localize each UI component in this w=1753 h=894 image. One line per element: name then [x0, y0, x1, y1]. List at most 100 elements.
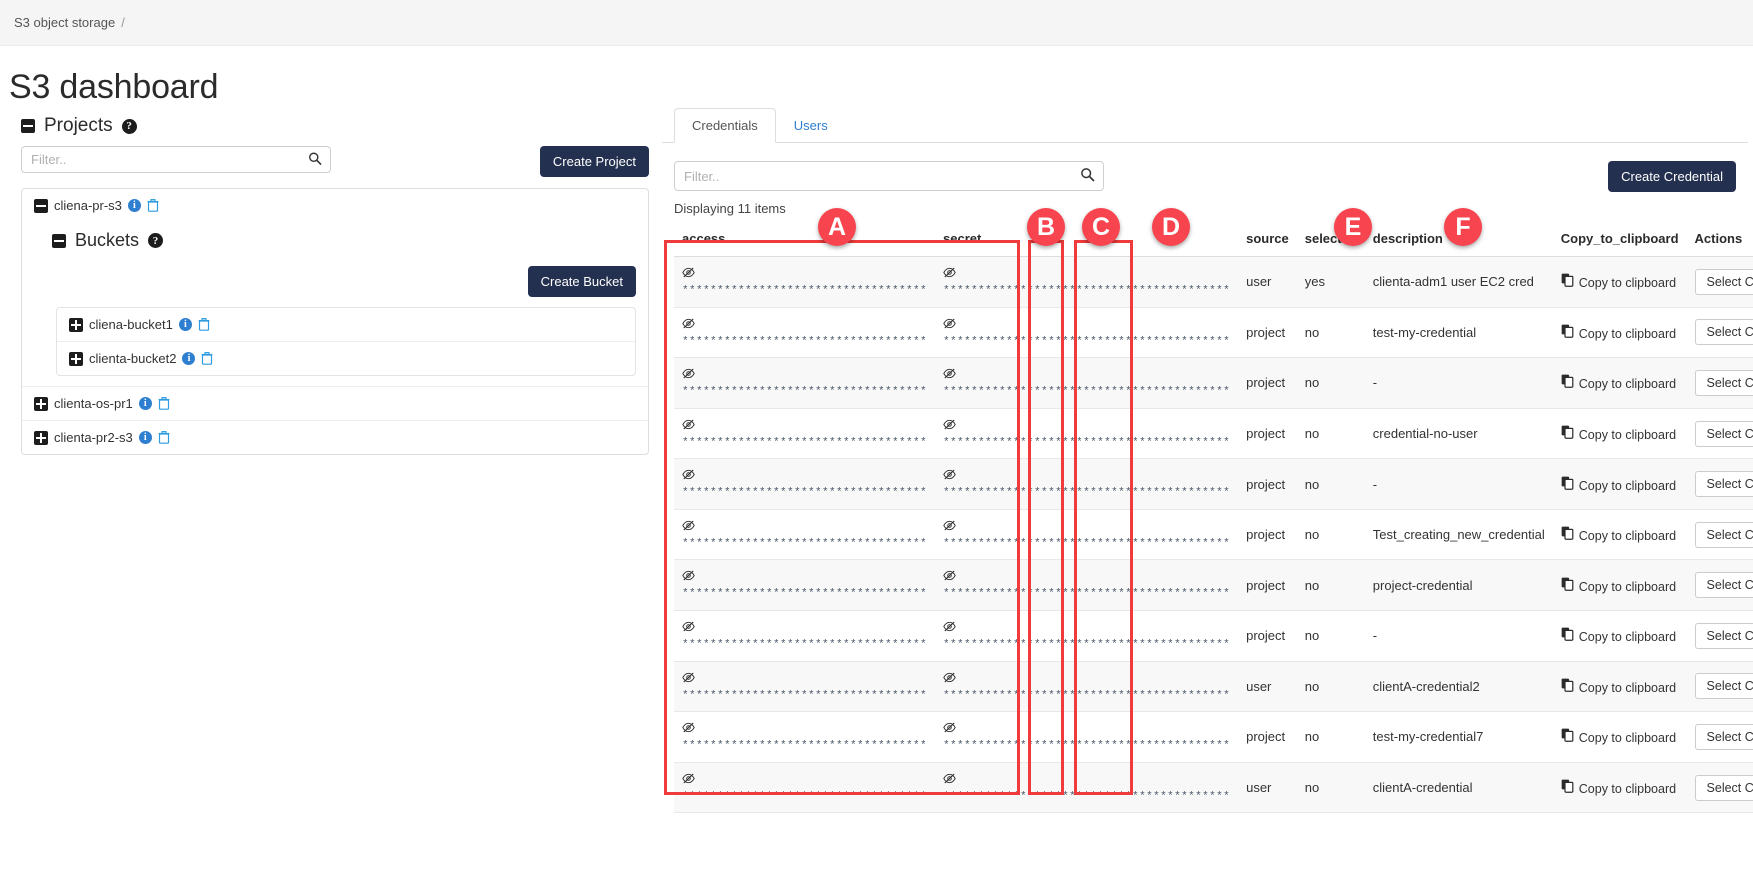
bucket-expand-toggle[interactable]	[69, 317, 83, 332]
eye-slash-icon[interactable]	[943, 569, 1230, 586]
eye-slash-icon[interactable]	[943, 519, 1230, 536]
info-icon[interactable]: i	[138, 431, 152, 444]
cell-copy-to-clipboard[interactable]: Copy to clipboard	[1552, 509, 1687, 561]
trash-icon[interactable]	[201, 352, 213, 365]
select-credential-button[interactable]: Select Credential	[1694, 521, 1753, 548]
select-credential-button[interactable]: Select Credential	[1694, 572, 1753, 599]
cell-source: project	[1238, 711, 1297, 763]
project-row[interactable]: cliena-pr-s3 i	[22, 189, 648, 222]
select-credential-split-button[interactable]: Select Credential	[1694, 471, 1753, 498]
column-header-copy-to-clipboard[interactable]: Copy_to_clipboard	[1552, 224, 1687, 257]
tab-credentials[interactable]: Credentials	[674, 108, 776, 143]
create-bucket-button[interactable]: Create Bucket	[527, 266, 636, 297]
eye-slash-icon[interactable]	[682, 317, 927, 334]
select-credential-button[interactable]: Select Credential	[1694, 420, 1753, 447]
cell-copy-to-clipboard[interactable]: Copy to clipboard	[1552, 256, 1687, 308]
eye-slash-icon[interactable]	[943, 418, 1230, 435]
create-credential-button[interactable]: Create Credential	[1608, 161, 1736, 192]
select-credential-split-button[interactable]: Select Credential	[1694, 268, 1753, 295]
eye-slash-icon[interactable]	[943, 266, 1230, 283]
info-icon[interactable]: i	[127, 199, 141, 212]
select-credential-button[interactable]: Select Credential	[1694, 268, 1753, 295]
eye-slash-icon[interactable]	[943, 317, 1230, 334]
column-header-access[interactable]: access	[674, 224, 936, 257]
eye-slash-icon[interactable]	[682, 367, 927, 384]
eye-slash-icon[interactable]	[943, 468, 1230, 485]
masked-access-value: ***********************************	[682, 588, 928, 601]
eye-slash-icon[interactable]	[943, 671, 1230, 688]
select-credential-split-button[interactable]: Select Credential	[1694, 420, 1753, 447]
select-credential-button[interactable]: Select Credential	[1694, 369, 1753, 396]
create-project-button[interactable]: Create Project	[539, 146, 649, 177]
tab-users[interactable]: Users	[776, 108, 846, 143]
buckets-help-icon[interactable]: ?	[148, 233, 164, 248]
bucket-row[interactable]: cliena-bucket1 i	[57, 308, 635, 342]
cell-copy-to-clipboard[interactable]: Copy to clipboard	[1552, 307, 1687, 359]
eye-slash-icon[interactable]	[682, 266, 927, 283]
select-credential-split-button[interactable]: Select Credential	[1694, 622, 1753, 649]
bucket-expand-toggle[interactable]	[69, 351, 83, 366]
trash-icon[interactable]	[158, 397, 170, 410]
select-credential-button[interactable]: Select Credential	[1694, 673, 1753, 700]
info-icon[interactable]: i	[182, 352, 196, 365]
cell-copy-to-clipboard[interactable]: Copy to clipboard	[1552, 559, 1687, 612]
copy-icon	[1561, 729, 1574, 745]
eye-slash-icon[interactable]	[682, 620, 927, 637]
column-header-actions[interactable]: Actions	[1686, 224, 1753, 257]
eye-slash-icon[interactable]	[682, 569, 927, 586]
select-credential-button[interactable]: Select Credential	[1694, 471, 1753, 498]
trash-icon[interactable]	[158, 431, 170, 444]
select-credential-split-button[interactable]: Select Credential	[1694, 521, 1753, 548]
eye-slash-icon[interactable]	[943, 721, 1230, 738]
trash-icon[interactable]	[198, 318, 210, 331]
bucket-row[interactable]: clienta-bucket2 i	[57, 342, 635, 375]
eye-slash-icon[interactable]	[682, 418, 927, 435]
eye-slash-icon[interactable]	[943, 367, 1230, 384]
project-expand-toggle[interactable]	[34, 396, 48, 411]
column-header-description[interactable]: description	[1364, 224, 1553, 257]
projects-filter-input[interactable]	[21, 146, 331, 173]
column-header-secret[interactable]: secret	[935, 224, 1239, 257]
project-row[interactable]: clienta-pr2-s3 i	[22, 421, 648, 454]
projects-help-icon[interactable]: ?	[121, 118, 137, 134]
cell-copy-to-clipboard[interactable]: Copy to clipboard	[1552, 762, 1687, 814]
info-icon[interactable]: i	[178, 318, 192, 331]
info-icon[interactable]: i	[138, 397, 152, 410]
select-credential-split-button[interactable]: Select Credential	[1694, 369, 1753, 396]
column-header-selected[interactable]: selected	[1296, 224, 1365, 257]
project-expand-toggle[interactable]	[34, 430, 48, 445]
cell-copy-to-clipboard[interactable]: Copy to clipboard	[1552, 610, 1687, 662]
trash-icon[interactable]	[147, 199, 159, 212]
copy-icon	[1561, 476, 1574, 493]
column-header-source[interactable]: source	[1238, 224, 1297, 257]
breadcrumb-root[interactable]: S3 object storage	[14, 15, 115, 30]
select-credential-split-button[interactable]: Select Credential	[1694, 319, 1753, 346]
eye-slash-icon[interactable]	[682, 519, 927, 536]
eye-slash-icon[interactable]	[943, 772, 1230, 789]
eye-slash-icon[interactable]	[682, 468, 927, 485]
select-credential-button[interactable]: Select Credential	[1694, 319, 1753, 346]
select-credential-split-button[interactable]: Select Credential	[1694, 723, 1753, 750]
credentials-filter-input[interactable]	[674, 161, 1104, 191]
select-credential-split-button[interactable]: Select Credential	[1694, 572, 1753, 599]
cell-copy-to-clipboard[interactable]: Copy to clipboard	[1552, 711, 1687, 763]
cell-copy-to-clipboard[interactable]: Copy to clipboard	[1552, 458, 1687, 510]
cell-copy-to-clipboard[interactable]: Copy to clipboard	[1552, 408, 1687, 460]
eye-slash-icon[interactable]	[682, 671, 927, 688]
cell-copy-to-clipboard[interactable]: Copy to clipboard	[1552, 357, 1687, 409]
eye-slash-icon[interactable]	[682, 772, 927, 789]
select-credential-button[interactable]: Select Credential	[1694, 723, 1753, 750]
select-credential-split-button[interactable]: Select Credential	[1694, 774, 1753, 801]
projects-collapse-toggle[interactable]	[21, 119, 35, 133]
cell-copy-to-clipboard[interactable]: Copy to clipboard	[1552, 661, 1687, 713]
select-credential-split-button[interactable]: Select Credential	[1694, 673, 1753, 700]
select-credential-button[interactable]: Select Credential	[1694, 622, 1753, 649]
buckets-collapse-toggle[interactable]	[52, 233, 66, 248]
cell-actions: Select Credential	[1686, 711, 1753, 763]
project-collapse-toggle[interactable]	[34, 198, 48, 213]
eye-slash-icon[interactable]	[943, 620, 1230, 637]
masked-access-value: ***********************************	[682, 436, 928, 449]
eye-slash-icon[interactable]	[682, 721, 927, 738]
select-credential-button[interactable]: Select Credential	[1694, 774, 1753, 801]
project-row[interactable]: clienta-os-pr1 i	[22, 387, 648, 421]
